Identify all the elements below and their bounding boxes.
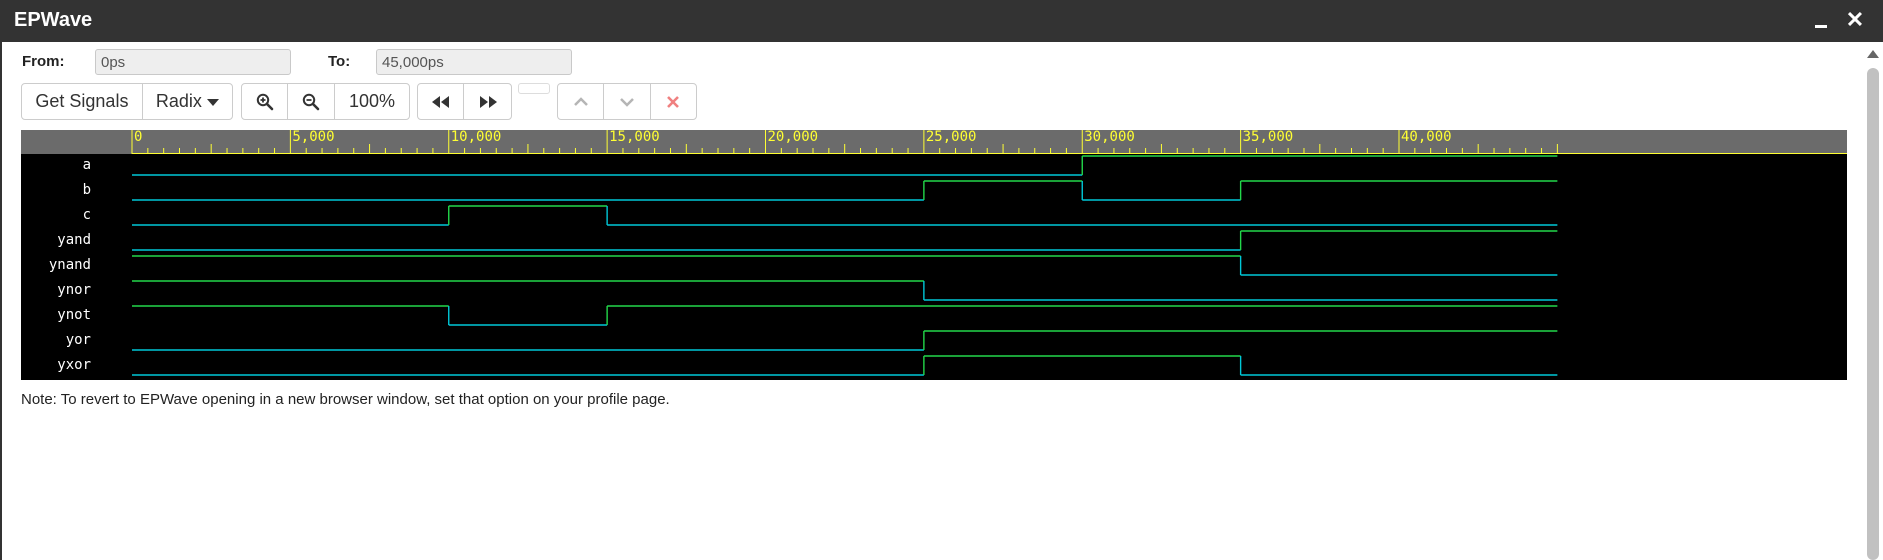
get-signals-button[interactable]: Get Signals: [22, 84, 143, 119]
to-label: To:: [328, 53, 351, 70]
chevron-up-icon: [573, 96, 588, 106]
small-button[interactable]: [518, 83, 550, 94]
move-down-button[interactable]: [604, 84, 651, 119]
zoom-level[interactable]: 100%: [335, 84, 409, 119]
note-text: Note: To revert to EPWave opening in a n…: [21, 391, 670, 408]
zoom-in-icon: [256, 93, 274, 110]
caret-down-icon: [206, 99, 219, 106]
next-edge-button[interactable]: [464, 84, 511, 119]
radix-dropdown[interactable]: Radix: [143, 84, 232, 119]
close-icon: [667, 95, 680, 108]
zoom-in-button[interactable]: [242, 84, 289, 119]
zoom-button-group: 100%: [241, 83, 410, 120]
waveforms: [132, 155, 1558, 376]
zoom-out-button[interactable]: [288, 84, 335, 119]
fast-backward-icon: [431, 95, 449, 108]
window-title: EPWave: [14, 9, 93, 31]
close-window-button[interactable]: ✕: [1842, 7, 1868, 33]
minimize-icon: [1815, 25, 1827, 28]
radix-label: Radix: [155, 91, 202, 111]
left-border: [0, 42, 2, 560]
signal-order-button-group: [557, 83, 697, 120]
waveform-viewer[interactable]: 0 5,000 10,000 15,000 20,000 25,000 30,000 35,0…: [21, 129, 1847, 380]
minimize-button[interactable]: [1808, 7, 1834, 33]
close-icon: ✕: [1845, 7, 1865, 32]
vertical-scrollbar[interactable]: [1862, 42, 1883, 560]
chevron-down-icon: [620, 97, 634, 107]
to-field[interactable]: 45,000ps: [376, 49, 572, 75]
zoom-out-icon: [302, 93, 320, 110]
title-bar: EPWave ✕: [0, 0, 1883, 42]
signals-button-group: Get Signals Radix: [21, 83, 233, 120]
scrollbar-thumb[interactable]: [1867, 68, 1879, 560]
prev-edge-button[interactable]: [418, 84, 465, 119]
fast-forward-icon: [479, 95, 497, 108]
from-label: From:: [22, 53, 65, 70]
edge-button-group: [417, 83, 512, 120]
move-up-button[interactable]: [558, 84, 605, 119]
scroll-up-icon[interactable]: [1867, 50, 1879, 58]
delete-signal-button[interactable]: [651, 84, 696, 119]
from-field[interactable]: 0ps: [95, 49, 291, 75]
